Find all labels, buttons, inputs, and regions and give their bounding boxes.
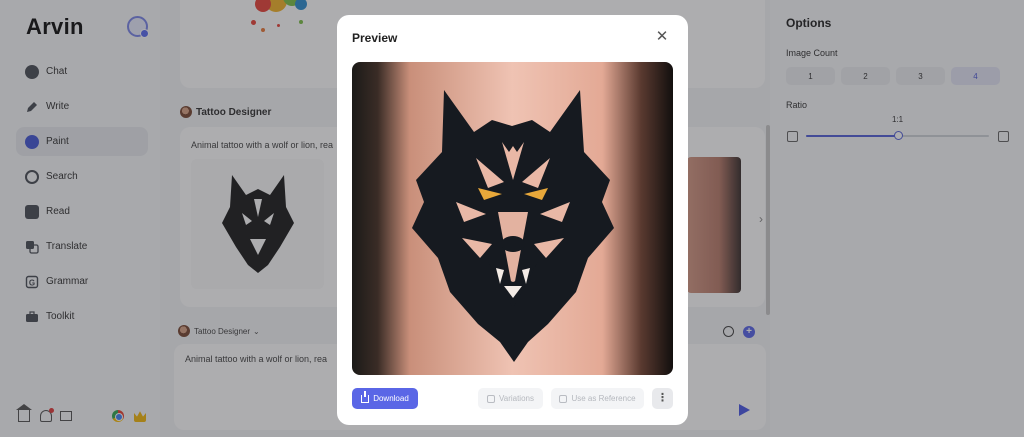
wolf-tattoo-image (352, 62, 673, 375)
download-label: Download (373, 394, 409, 403)
download-button[interactable]: Download (352, 388, 418, 409)
use-as-reference-label: Use as Reference (571, 394, 636, 403)
variations-button[interactable]: Variations (478, 388, 543, 409)
modal-title: Preview (352, 31, 398, 45)
modal-actions: Download Variations Use as Reference ⋮ (352, 388, 673, 410)
use-as-reference-button[interactable]: Use as Reference (551, 388, 644, 409)
variations-label: Variations (499, 394, 534, 403)
more-vertical-icon[interactable]: ⋮ (652, 388, 673, 409)
download-icon (361, 390, 370, 403)
close-icon[interactable]: ✕ (654, 29, 670, 45)
preview-modal: Preview ✕ Download Variations Use as Ref… (337, 15, 688, 425)
preview-image (352, 62, 673, 375)
image-icon (559, 394, 568, 403)
variations-icon (487, 394, 495, 403)
